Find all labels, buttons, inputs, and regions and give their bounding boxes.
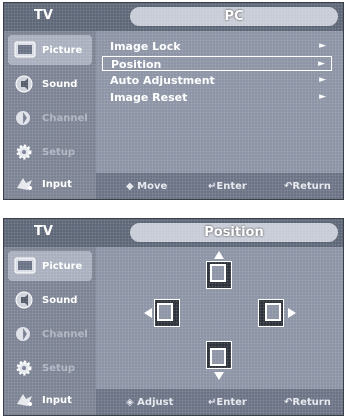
sidebar-item-label: Input: [42, 179, 72, 190]
sidebar-item-setup[interactable]: Setup: [8, 353, 92, 383]
position-up-box[interactable]: [206, 261, 232, 289]
menu-item-label: Auto Adjustment: [110, 74, 215, 87]
sidebar-item-label: Setup: [42, 147, 76, 158]
position-down-box[interactable]: [206, 341, 232, 369]
picture-icon: [14, 257, 36, 274]
setup-icon: [16, 144, 32, 160]
enter-hint: ↵Enter: [208, 181, 247, 192]
chevron-right-icon: ►: [319, 92, 326, 102]
chevron-right-icon: ►: [319, 75, 326, 85]
channel-icon: [16, 111, 30, 125]
tv-label: TV: [34, 224, 53, 239]
menu-content: Image Lock ► Position ► Auto Adjustment …: [96, 31, 343, 173]
sidebar-item-channel[interactable]: Channel: [8, 319, 92, 349]
sidebar-item-label: Sound: [42, 295, 78, 306]
arrow-down-icon[interactable]: [214, 372, 224, 380]
position-diagram: [96, 247, 343, 389]
menu-item-auto-adjustment[interactable]: Auto Adjustment ►: [102, 73, 332, 88]
setup-icon: [16, 360, 32, 376]
position-screen: TV Position Picture Sound Channel Setup …: [3, 218, 344, 416]
position-content: [96, 247, 343, 389]
sidebar-item-input[interactable]: Input: [8, 385, 92, 415]
enter-hint: ↵Enter: [208, 397, 247, 408]
menu-item-position[interactable]: Position ►: [102, 56, 332, 71]
sidebar-item-setup[interactable]: Setup: [8, 137, 92, 167]
arrow-right-icon[interactable]: [288, 308, 296, 318]
sidebar-item-label: Sound: [42, 79, 78, 90]
arrow-left-icon[interactable]: [144, 308, 152, 318]
help-bar: ◈ Adjust ↵Enter ↶Return: [96, 389, 343, 415]
return-hint: ↶Return: [284, 397, 331, 408]
help-bar: ◆ Move ↵Enter ↶Return: [96, 173, 343, 199]
sidebar-item-input[interactable]: Input: [8, 169, 92, 199]
sidebar-item-channel[interactable]: Channel: [8, 103, 92, 133]
move-hint: ◆ Move: [126, 181, 168, 192]
return-hint: ↶Return: [284, 181, 331, 192]
input-icon: [17, 394, 32, 406]
picture-icon: [14, 41, 36, 58]
position-right-box[interactable]: [258, 299, 284, 327]
menu-item-image-lock[interactable]: Image Lock ►: [102, 39, 332, 54]
sidebar-item-label: Picture: [42, 45, 83, 56]
sidebar-item-label: Channel: [42, 113, 88, 124]
adjust-hint: ◈ Adjust: [126, 397, 174, 408]
sound-icon: [15, 75, 33, 93]
title-bar: TV Position: [4, 219, 343, 247]
sidebar-item-label: Input: [42, 395, 72, 406]
sidebar: Picture Sound Channel Setup Input: [4, 247, 96, 415]
sidebar-item-label: Channel: [42, 329, 88, 340]
sidebar-item-sound[interactable]: Sound: [8, 285, 92, 315]
menu-item-label: Image Reset: [110, 91, 188, 104]
menu-item-label: Position: [111, 58, 162, 71]
title-bar: TV PC: [4, 3, 343, 31]
sidebar-item-picture[interactable]: Picture: [8, 35, 92, 65]
chevron-right-icon: ►: [319, 41, 326, 51]
sidebar: Picture Sound Channel Setup Input: [4, 31, 96, 199]
tv-label: TV: [34, 8, 53, 23]
chevron-right-icon: ►: [318, 59, 325, 69]
menu-title: PC: [129, 6, 339, 27]
sidebar-item-picture[interactable]: Picture: [8, 251, 92, 281]
arrow-up-icon[interactable]: [214, 251, 224, 259]
channel-icon: [16, 327, 30, 341]
dpad-icon: ◈: [126, 397, 138, 408]
position-left-box[interactable]: [154, 299, 180, 327]
menu-title: Position: [129, 222, 339, 243]
sidebar-item-label: Picture: [42, 261, 83, 272]
sidebar-item-label: Setup: [42, 363, 76, 374]
pc-menu-screen: TV PC Picture Sound Channel Setup Input …: [3, 2, 344, 200]
menu-item-image-reset[interactable]: Image Reset ►: [102, 90, 332, 105]
input-icon: [17, 178, 32, 190]
menu-item-label: Image Lock: [110, 40, 181, 53]
sidebar-item-sound[interactable]: Sound: [8, 69, 92, 99]
sound-icon: [15, 291, 33, 309]
